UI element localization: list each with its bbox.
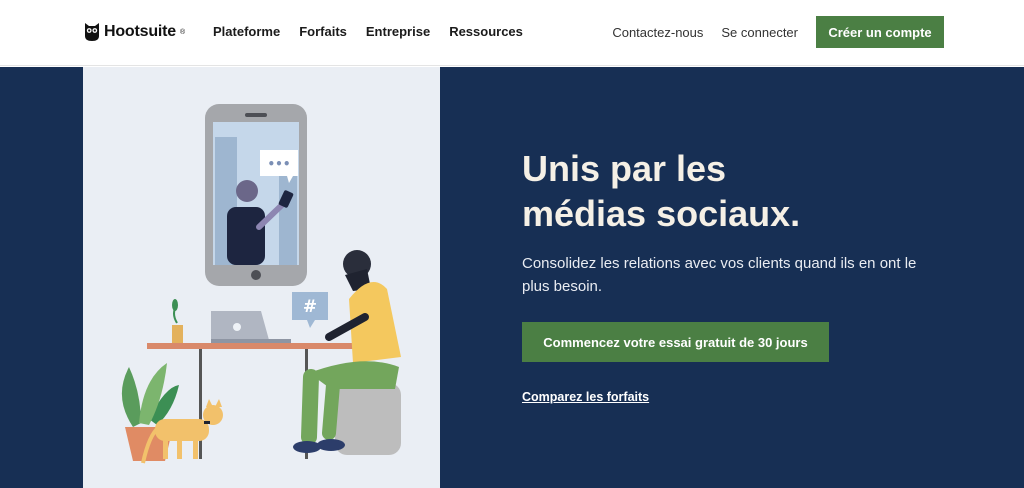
person-shoe-right — [317, 439, 345, 451]
desk-plant-pot — [172, 325, 183, 343]
compare-plans-link[interactable]: Comparez les forfaits — [522, 390, 649, 404]
nav-item-plateforme[interactable]: Plateforme — [213, 24, 280, 39]
hero-illustration: ••• # — [83, 67, 440, 488]
person-pants — [309, 361, 399, 389]
floor-plant-leaf — [121, 367, 141, 427]
header-actions: Contactez-nous Se connecter Créer un com… — [612, 16, 944, 48]
brand-name: Hootsuite — [104, 23, 176, 40]
main-nav: Plateforme Forfaits Entreprise Ressource… — [213, 24, 523, 39]
brand-registered-mark: ® — [179, 28, 186, 36]
laptop-logo — [233, 323, 241, 331]
top-header: Hootsuite ® Plateforme Forfaits Entrepris… — [0, 0, 1024, 66]
chat-dots: ••• — [267, 157, 290, 171]
nav-item-entreprise[interactable]: Entreprise — [366, 24, 430, 39]
cat-collar — [204, 421, 210, 424]
desk-top — [147, 343, 355, 349]
laptop-base — [211, 339, 291, 343]
hero-title-line2: médias sociaux. — [522, 193, 801, 234]
nav-item-forfaits[interactable]: Forfaits — [299, 24, 347, 39]
chair — [335, 383, 401, 455]
login-link[interactable]: Se connecter — [721, 25, 798, 40]
hero-title: Unis par les médias sociaux. — [522, 146, 942, 236]
hero-subtitle: Consolidez les relations avec vos client… — [522, 255, 917, 295]
hashtag-text: # — [303, 297, 317, 317]
person-shoe-left — [293, 441, 321, 453]
hero-title-line1: Unis par les — [522, 148, 727, 189]
free-trial-button[interactable]: Commencez votre essai gratuit de 30 jour… — [522, 322, 829, 362]
hero-illustration-svg: ••• # — [121, 104, 401, 464]
cat-body — [155, 419, 209, 441]
phone-person-head — [236, 180, 258, 202]
signup-button[interactable]: Créer un compte — [816, 16, 944, 48]
nav-item-ressources[interactable]: Ressources — [449, 24, 523, 39]
contact-link[interactable]: Contactez-nous — [612, 25, 703, 40]
hootsuite-logo[interactable]: Hootsuite ® — [84, 22, 185, 42]
phone-home-button — [251, 270, 261, 280]
desk-leg-left — [199, 349, 202, 459]
owl-icon — [85, 23, 99, 41]
phone-speaker — [245, 113, 267, 117]
building-right — [279, 167, 297, 265]
phone-person-body — [227, 207, 265, 265]
